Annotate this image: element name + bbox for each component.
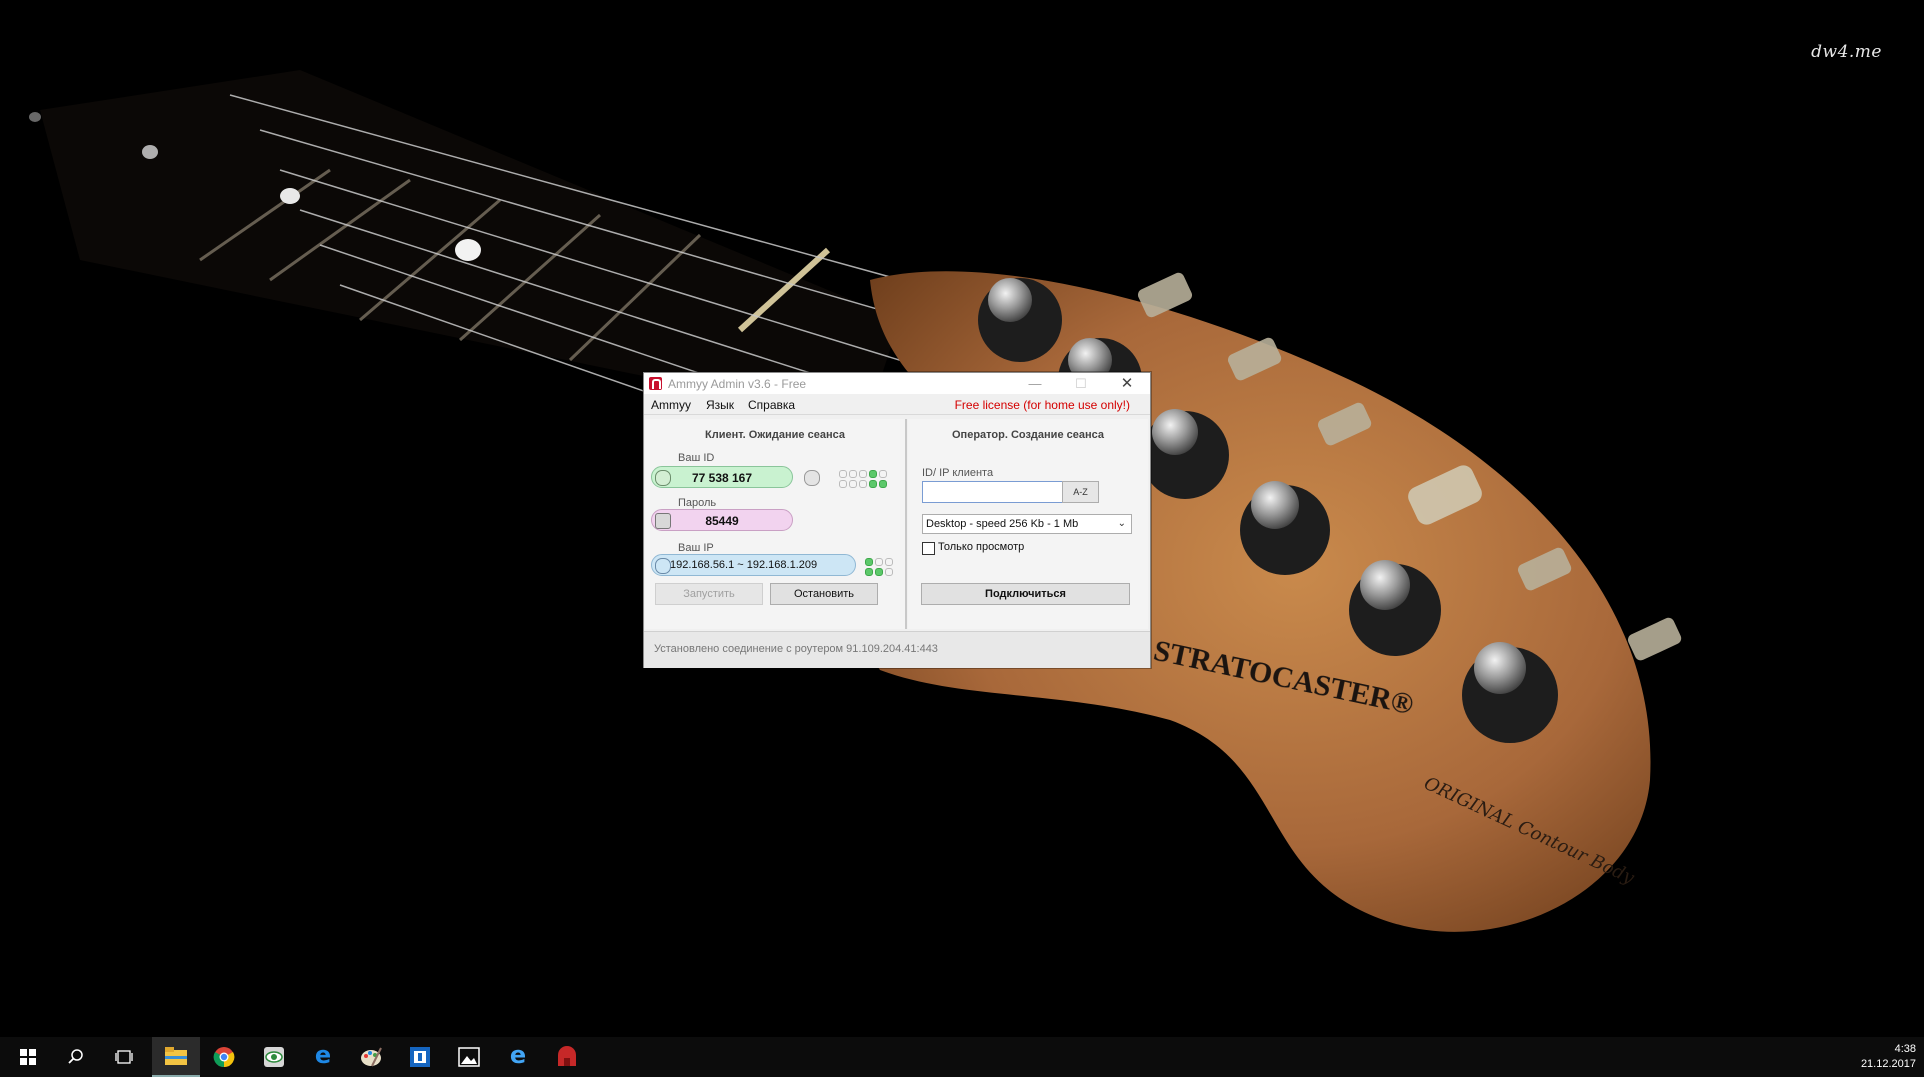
client-id-input[interactable] [922,481,1078,503]
start-button[interactable]: Запустить [655,583,763,605]
your-id-label: Ваш ID [678,452,715,464]
stop-button[interactable]: Остановить [770,583,878,605]
client-panel: Клиент. Ожидание сеанса Ваш ID 77 538 16… [645,419,907,629]
window-title: Ammyy Admin v3.6 - Free [668,377,807,391]
client-panel-title: Клиент. Ожидание сеанса [705,429,845,441]
menu-bar: Ammyy Язык Справка Free license (for hom… [644,394,1150,415]
address-book-button[interactable]: A-Z [1062,481,1099,503]
password-label: Пароль [678,497,717,509]
menu-ammyy[interactable]: Ammyy [651,398,691,412]
close-button[interactable]: ✕ [1104,373,1150,394]
connect-button[interactable]: Подключиться [921,583,1130,605]
fret-inlay [142,145,158,159]
eye-app-icon[interactable] [250,1037,298,1077]
taskbar: e e 4:38 21.12.2017 [0,1037,1924,1077]
view-only-label: Только просмотр [938,541,1025,553]
fret-inlay [280,188,300,204]
watermark-logo: dw4.me [1811,42,1882,62]
operator-panel-title: Оператор. Создание сеанса [952,429,1104,441]
taskbar-clock[interactable]: 4:38 21.12.2017 [1861,1042,1916,1072]
title-bar[interactable]: Ammyy Admin v3.6 - Free — ☐ ✕ [644,373,1150,394]
fret-inlay [455,239,481,261]
maximize-button[interactable]: ☐ [1058,373,1104,394]
operator-panel: Оператор. Создание сеанса ID/ IP клиента… [908,419,1148,629]
photos-icon[interactable] [445,1037,493,1077]
your-ip-label: Ваш IP [678,542,714,554]
windows-start-icon[interactable] [4,1037,52,1077]
your-id-value: 77 538 167 [691,471,753,485]
file-explorer-icon[interactable] [152,1037,200,1077]
view-only-checkbox[interactable] [922,542,935,555]
task-view-icon[interactable] [100,1037,148,1077]
ammyy-admin-window: Ammyy Admin v3.6 - Free — ☐ ✕ Ammyy Язык… [643,372,1151,668]
status-dots-top [839,470,895,490]
clock-time: 4:38 [1894,1043,1916,1055]
ammyy-icon[interactable] [543,1037,591,1077]
speed-select[interactable]: Desktop - speed 256 Kb - 1 Mb ⌄ [922,514,1132,534]
chevron-down-icon: ⌄ [1117,518,1126,529]
your-id-field[interactable]: 77 538 167 [651,466,793,488]
your-ip-field[interactable]: 192.168.56.1 ~ 192.168.1.209 [651,554,856,576]
speed-select-value: Desktop - speed 256 Kb - 1 Mb [926,518,1079,530]
chrome-icon[interactable] [200,1037,248,1077]
your-ip-value: 192.168.56.1 ~ 192.168.1.209 [670,559,818,571]
edge-icon[interactable]: e [299,1037,347,1077]
speaker-icon[interactable] [804,470,820,486]
ammyy-app-icon [649,377,662,390]
menu-language[interactable]: Язык [706,398,734,412]
client-id-label: ID/ IP клиента [922,467,994,479]
license-link[interactable]: Free license (for home use only!) [955,398,1130,412]
status-bar: Установлено соединение с роутером 91.109… [644,631,1150,668]
menu-help[interactable]: Справка [748,398,795,412]
fret-inlay [29,112,41,122]
paint-icon[interactable] [347,1037,395,1077]
internet-explorer-icon[interactable]: e [494,1037,542,1077]
network-icon [655,558,671,574]
password-value: 85449 [705,514,739,528]
terminal-app-icon[interactable] [396,1037,444,1077]
minimize-button[interactable]: — [1012,373,1058,394]
search-icon[interactable] [52,1037,100,1077]
password-field[interactable]: 85449 [651,509,793,531]
clock-date: 21.12.2017 [1860,1058,1916,1070]
status-text: Установлено соединение с роутером 91.109… [654,643,938,655]
